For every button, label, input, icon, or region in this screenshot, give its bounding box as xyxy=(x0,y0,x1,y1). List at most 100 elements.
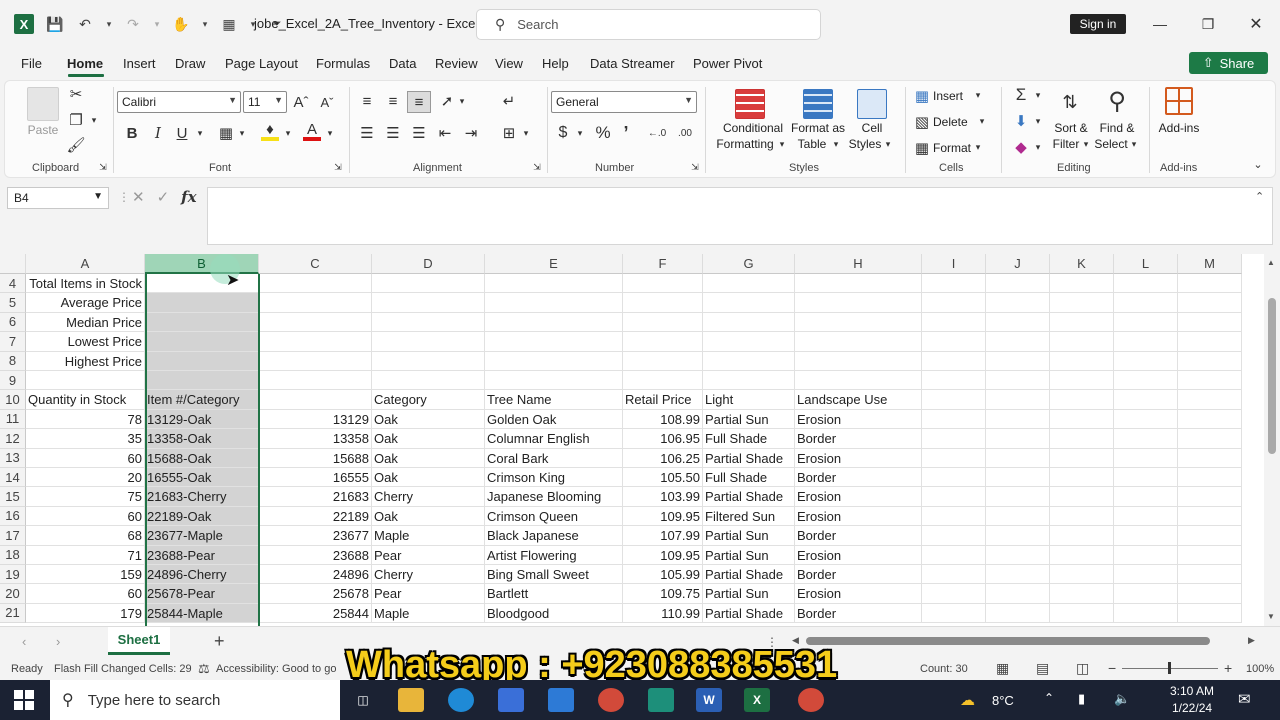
conditional-formatting-label-2[interactable]: Formatting xyxy=(705,136,785,152)
cell-a17[interactable]: 68 xyxy=(26,526,145,546)
cell-b16[interactable]: 22189-Oak xyxy=(145,506,259,527)
increase-decimal-icon[interactable]: ←.0 xyxy=(645,123,669,143)
cell-i9[interactable] xyxy=(922,371,986,391)
touch-dropdown-icon[interactable]: ▾ xyxy=(200,13,210,35)
cell-i4[interactable] xyxy=(922,274,986,294)
clear-icon[interactable]: ◆ xyxy=(1011,137,1031,157)
search-input[interactable]: ⚲ Search xyxy=(476,9,821,40)
cell-h15[interactable]: Erosion xyxy=(795,487,922,507)
minimize-icon[interactable]: — xyxy=(1148,12,1172,36)
cell-c16[interactable]: 22189 xyxy=(259,506,372,527)
cell-i8[interactable] xyxy=(922,351,986,371)
stream-app-icon[interactable] xyxy=(648,688,674,712)
cell-d4[interactable] xyxy=(372,274,485,294)
cell-e21[interactable]: Bloodgood xyxy=(485,603,623,624)
cell-h8[interactable] xyxy=(795,351,922,371)
cell-d19[interactable]: Cherry xyxy=(372,565,485,585)
currency-dropdown-icon[interactable]: ▾ xyxy=(575,123,585,143)
cell-a12[interactable]: 35 xyxy=(26,429,145,449)
cell-b9[interactable] xyxy=(145,371,259,391)
prev-sheet-icon[interactable]: ‹ xyxy=(22,634,26,649)
align-left-icon[interactable]: ☰ xyxy=(357,123,377,143)
cell-f11[interactable]: 108.99 xyxy=(623,409,703,430)
format-as-table-icon[interactable] xyxy=(803,89,833,119)
cell-b13[interactable]: 15688-Oak xyxy=(145,448,259,468)
decrease-font-icon[interactable]: Aˇ xyxy=(317,91,337,113)
insert-cells-icon[interactable]: ▦ xyxy=(913,87,931,105)
orientation-icon[interactable]: ➚ xyxy=(437,91,457,111)
cell-m14[interactable] xyxy=(1178,468,1242,488)
cell-k21[interactable] xyxy=(1050,603,1114,624)
row-header[interactable]: 6 xyxy=(0,312,26,333)
cell-i7[interactable] xyxy=(922,332,986,352)
cell-e5[interactable] xyxy=(485,293,623,313)
delete-cells-icon[interactable]: ▧ xyxy=(913,113,931,131)
cell-m13[interactable] xyxy=(1178,448,1242,468)
cell-g10[interactable]: Light xyxy=(703,390,795,410)
cell-m8[interactable] xyxy=(1178,351,1242,371)
chevron-down-icon[interactable]: ▾ xyxy=(883,137,893,151)
cell-e9[interactable] xyxy=(485,371,623,391)
cell-f9[interactable] xyxy=(623,371,703,391)
cell-a9[interactable] xyxy=(26,371,145,391)
notifications-icon[interactable]: ✉ xyxy=(1238,690,1251,708)
cell-a15[interactable]: 75 xyxy=(26,487,145,507)
cell-d14[interactable]: Oak xyxy=(372,468,485,488)
cell-f19[interactable]: 105.99 xyxy=(623,565,703,585)
cell-a4[interactable]: Total Items in Stock xyxy=(26,274,145,294)
column-header-l[interactable]: L xyxy=(1114,254,1178,274)
cell-h6[interactable] xyxy=(795,312,922,333)
tab-formulas[interactable]: Formulas xyxy=(316,56,370,71)
cell-b17[interactable]: 23677-Maple xyxy=(145,526,259,546)
row-header[interactable]: 19 xyxy=(0,565,26,585)
cell-f21[interactable]: 110.99 xyxy=(623,603,703,624)
paste-button[interactable]: Paste xyxy=(27,122,59,138)
cell-h12[interactable]: Border xyxy=(795,429,922,449)
borders-dropdown-icon[interactable]: ▾ xyxy=(237,123,247,143)
cell-e18[interactable]: Artist Flowering xyxy=(485,545,623,565)
cell-k14[interactable] xyxy=(1050,468,1114,488)
column-header-b[interactable]: B xyxy=(145,254,259,274)
next-sheet-icon[interactable]: › xyxy=(56,634,60,649)
volume-icon[interactable]: 🔈 xyxy=(1114,691,1130,707)
cell-j21[interactable] xyxy=(986,603,1050,624)
underline-icon[interactable]: U xyxy=(173,123,191,143)
cell-k6[interactable] xyxy=(1050,312,1114,333)
insert-function-icon[interactable]: fx xyxy=(181,188,196,206)
cell-d12[interactable]: Oak xyxy=(372,429,485,449)
cell-j20[interactable] xyxy=(986,584,1050,604)
cell-c7[interactable] xyxy=(259,332,372,352)
cell-k11[interactable] xyxy=(1050,409,1114,430)
format-painter-icon[interactable]: 🖌 xyxy=(66,136,85,154)
row-header[interactable]: 20 xyxy=(0,584,26,604)
alignment-launcher-icon[interactable]: ⇲ xyxy=(531,161,543,173)
cell-d16[interactable]: Oak xyxy=(372,506,485,527)
cell-e7[interactable] xyxy=(485,332,623,352)
cell-g11[interactable]: Partial Sun xyxy=(703,409,795,430)
merge-dropdown-icon[interactable]: ▾ xyxy=(521,123,531,143)
cell-g15[interactable]: Partial Shade xyxy=(703,487,795,507)
cell-a5[interactable]: Average Price xyxy=(26,293,145,313)
cell-m9[interactable] xyxy=(1178,371,1242,391)
add-ins-icon[interactable] xyxy=(1165,87,1193,115)
formula-input[interactable] xyxy=(207,187,1273,245)
cell-e12[interactable]: Columnar English xyxy=(485,429,623,449)
cell-k9[interactable] xyxy=(1050,371,1114,391)
find-select-label-2[interactable]: Select xyxy=(1091,136,1131,152)
cell-e19[interactable]: Bing Small Sweet xyxy=(485,565,623,585)
row-header[interactable]: 10 xyxy=(0,390,26,410)
cell-j9[interactable] xyxy=(986,371,1050,391)
column-header-f[interactable]: F xyxy=(623,254,703,274)
borders-icon[interactable]: ▦ xyxy=(217,123,235,143)
cell-m12[interactable] xyxy=(1178,429,1242,449)
cell-k8[interactable] xyxy=(1050,351,1114,371)
cell-l19[interactable] xyxy=(1114,565,1178,585)
align-bottom-icon[interactable]: ≡ xyxy=(407,91,431,113)
cell-l4[interactable] xyxy=(1114,274,1178,294)
cell-l6[interactable] xyxy=(1114,312,1178,333)
cell-c13[interactable]: 15688 xyxy=(259,448,372,468)
cell-j10[interactable] xyxy=(986,390,1050,410)
cell-i5[interactable] xyxy=(922,293,986,313)
cell-g16[interactable]: Filtered Sun xyxy=(703,506,795,527)
cell-c4[interactable] xyxy=(259,274,372,294)
